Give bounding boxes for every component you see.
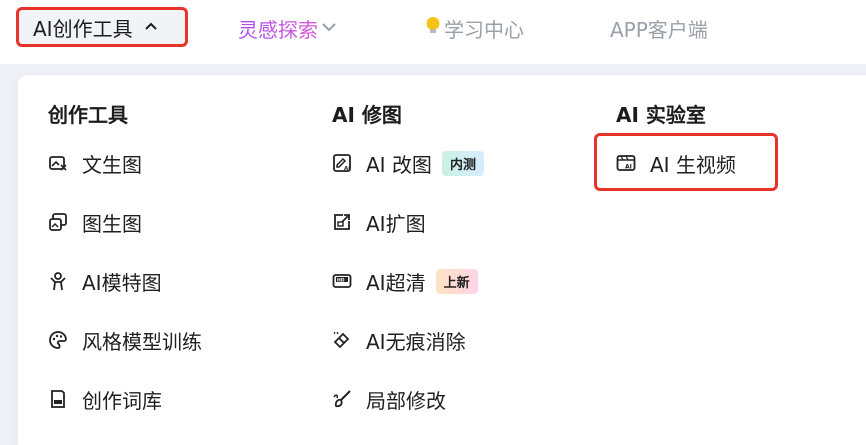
menu-item-label: AI扩图 xyxy=(366,211,426,236)
beta-badge: 内测 xyxy=(441,150,484,176)
menu-item-ai-erase[interactable]: AI无痕消除 xyxy=(332,326,466,354)
highlight-box-ai-video xyxy=(594,133,778,191)
nav-app-client[interactable]: APP客户端 xyxy=(610,9,708,47)
menu-item-ai-edit-image[interactable]: AI AI 改图 内测 xyxy=(332,149,484,177)
menu-item-ai-expand-image[interactable]: AI扩图 xyxy=(332,208,426,236)
brush-icon xyxy=(332,389,352,409)
column-title: AI 实验室 xyxy=(616,103,706,127)
nav-ai-tools[interactable]: AI创作工具 xyxy=(16,7,188,47)
nav-learning-center[interactable]: 学习中心 xyxy=(424,9,524,47)
nav-inspiration[interactable]: 灵感探索 xyxy=(238,9,336,47)
hd-ultra-icon: HD xyxy=(332,271,352,291)
image-to-image-icon xyxy=(48,212,68,232)
top-nav: AI创作工具 灵感探索 学习中心 APP客户端 xyxy=(0,0,866,64)
chevron-up-icon xyxy=(144,18,157,34)
menu-item-label: 风格模型训练 xyxy=(82,329,202,354)
tools-dropdown-panel: 创作工具 文生图 图生图 AI模特图 风格模型训练 创作词库 AI 修图 AI … xyxy=(18,75,866,445)
menu-item-label: 图生图 xyxy=(82,211,142,236)
new-badge: 上新 xyxy=(435,268,478,294)
menu-item-style-model-training[interactable]: 风格模型训练 xyxy=(48,326,202,354)
nav-ai-tools-label: AI创作工具 xyxy=(33,16,133,41)
menu-item-image-to-image[interactable]: 图生图 xyxy=(48,208,142,236)
palette-icon xyxy=(48,330,68,350)
menu-item-label: 文生图 xyxy=(82,152,142,177)
menu-item-creation-lexicon[interactable]: 创作词库 xyxy=(48,385,162,413)
lightbulb-icon xyxy=(424,16,442,41)
nav-inspiration-label: 灵感探索 xyxy=(238,17,318,42)
expand-image-icon xyxy=(332,212,352,232)
menu-item-ai-model[interactable]: AI模特图 xyxy=(48,267,162,295)
menu-item-label: AI 改图 xyxy=(366,152,432,177)
ai-edit-image-icon: AI xyxy=(332,153,352,173)
nav-app-client-label: APP客户端 xyxy=(610,17,708,42)
menu-item-text-to-image[interactable]: 文生图 xyxy=(48,149,142,177)
menu-item-label: 局部修改 xyxy=(366,388,446,413)
column-title: 创作工具 xyxy=(48,103,128,127)
chevron-down-icon xyxy=(322,20,336,36)
model-figure-icon xyxy=(48,271,68,291)
menu-item-label: AI超清 xyxy=(366,270,426,295)
column-title: AI 修图 xyxy=(332,103,402,127)
svg-text:AI: AI xyxy=(344,166,350,172)
menu-item-label: AI无痕消除 xyxy=(366,329,466,354)
menu-item-label: 创作词库 xyxy=(82,388,162,413)
menu-item-local-edit[interactable]: 局部修改 xyxy=(332,385,446,413)
menu-item-label: AI模特图 xyxy=(82,270,162,295)
text-to-image-icon xyxy=(48,153,68,173)
lexicon-icon xyxy=(48,389,68,409)
eraser-icon xyxy=(332,330,352,350)
nav-learning-center-label: 学习中心 xyxy=(444,17,524,42)
svg-text:HD: HD xyxy=(337,277,345,283)
menu-item-ai-hd[interactable]: HD AI超清 上新 xyxy=(332,267,478,295)
